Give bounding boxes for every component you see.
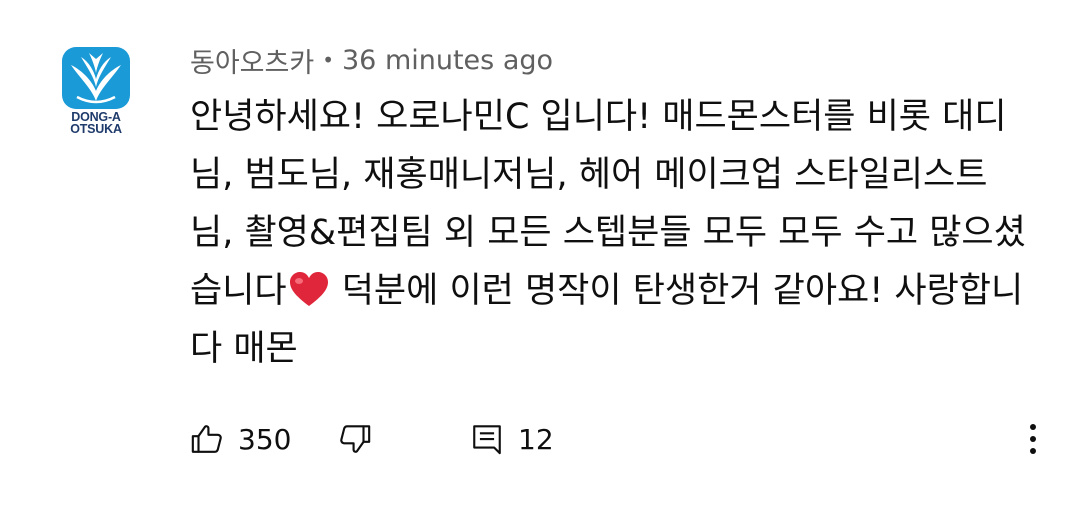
logo-text-line2: OTSUKA	[70, 122, 122, 136]
comment-line: 님, 촬영&편집팀 외 모든 스텝분들 모두 모두 수고 많으셨	[190, 213, 1026, 253]
comment-line-segment: 습니다	[190, 271, 287, 311]
comment-line: 안녕하세요! 오로나민C 입니다! 매드몬스터를 비롯 대디	[190, 97, 1007, 137]
comment-line-segment: 덕분에 이런 명작이 탄생한거 같아요! 사랑합니	[330, 271, 1024, 311]
thumbs-up-icon	[191, 425, 222, 453]
like-button[interactable]: 350	[190, 415, 291, 463]
header-separator: •	[322, 48, 334, 72]
comment-text: 안녕하세요! 오로나민C 입니다! 매드몬스터를 비롯 대디 님, 범도님, 재…	[190, 88, 1050, 378]
reply-icon	[473, 425, 501, 455]
comment-line: 다 매몬	[190, 329, 298, 369]
dislike-button[interactable]	[338, 415, 372, 463]
more-options-button[interactable]	[1018, 415, 1048, 463]
comment-timestamp[interactable]: 36 minutes ago	[342, 45, 553, 76]
reply-count: 12	[518, 422, 554, 456]
like-count: 350	[238, 422, 292, 456]
more-vertical-icon	[1030, 424, 1036, 454]
comment-line: 습니다 덕분에 이런 명작이 탄생한거 같아요! 사랑합니	[190, 262, 1050, 320]
comment-line: 님, 범도님, 재홍매니저님, 헤어 메이크업 스타일리스트	[190, 155, 988, 195]
author-name[interactable]: 동아오츠카	[190, 41, 314, 80]
heart-emoji-icon	[289, 268, 329, 326]
channel-avatar[interactable]: DONG-A OTSUKA	[59, 47, 133, 137]
thumbs-down-icon	[340, 425, 371, 453]
dong-a-otsuka-logo-icon	[62, 47, 130, 109]
comment-header: 동아오츠카 • 36 minutes ago	[190, 40, 553, 80]
comment-actions: 350 12	[190, 415, 1050, 463]
reply-button[interactable]: 12	[470, 415, 554, 463]
